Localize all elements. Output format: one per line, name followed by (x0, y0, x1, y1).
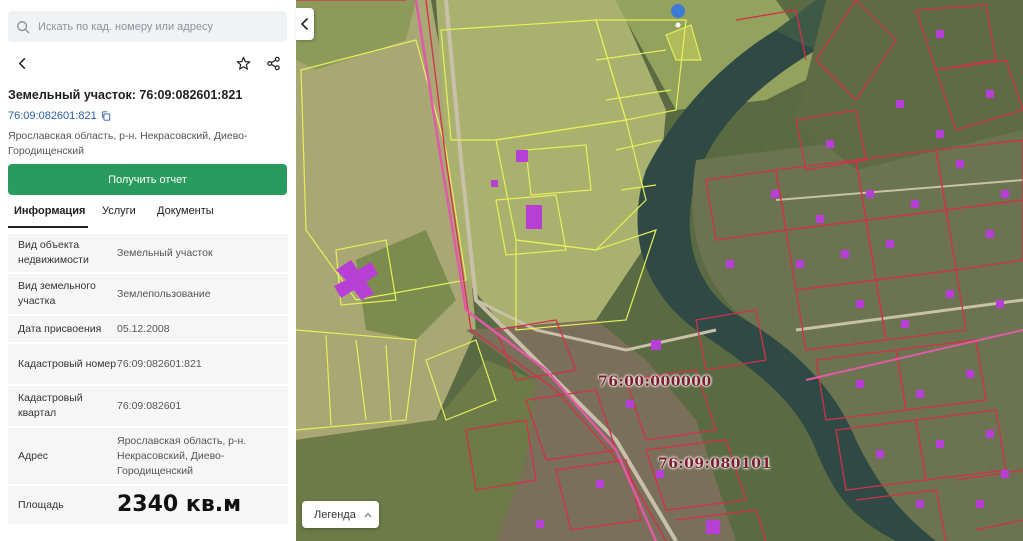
chevron-up-icon (364, 512, 372, 517)
info-row: Кадастровый квартал 76:09:082601 (8, 386, 288, 428)
info-row-area: Площадь 2340 кв.м (8, 486, 288, 526)
tab-documents[interactable]: Документы (157, 205, 214, 217)
info-key: Дата присвоения (18, 322, 102, 335)
info-row: Дата присвоения 05.12.2008 (8, 316, 288, 344)
info-value: 76:09:082601 (117, 399, 182, 412)
share-icon (266, 56, 280, 70)
info-table: Вид объекта недвижимости Земельный участ… (8, 234, 288, 526)
copy-icon[interactable] (101, 111, 111, 121)
legend-button[interactable]: Легенда (302, 501, 379, 528)
search-icon (17, 20, 30, 33)
search-bar[interactable] (8, 11, 287, 42)
info-value: 76:09:082601:821 (117, 357, 202, 370)
info-row: Кадастровый номер 76:09:082601:821 (8, 344, 288, 386)
share-button[interactable] (262, 52, 284, 74)
get-report-button[interactable]: Получить отчет (8, 164, 287, 195)
info-row: Вид земельного участка Землепользование (8, 274, 288, 316)
info-key: Кадастровый квартал (18, 392, 83, 419)
info-value: Землепользование (117, 287, 211, 300)
back-button[interactable] (11, 52, 33, 74)
info-key: Адрес (18, 449, 49, 462)
star-icon (236, 56, 250, 70)
back-arrow-icon (18, 57, 25, 69)
collapse-panel-button[interactable] (296, 8, 314, 40)
active-tab-indicator (8, 226, 88, 228)
chevron-left-icon (301, 18, 308, 30)
area-value: 2340 кв.м (117, 492, 242, 517)
tab-information[interactable]: Информация (14, 205, 85, 217)
panel-toolbar (0, 52, 296, 74)
parcel-title: Земельный участок: 76:09:082601:821 (8, 88, 243, 102)
district-cadastral-label: 76:00:000000 (598, 374, 712, 390)
legend-label: Легенда (314, 508, 356, 521)
info-key: Площадь (18, 498, 64, 511)
info-value: Ярославская область, р-н. Некрасовский, … (117, 434, 247, 477)
info-row: Вид объекта недвижимости Земельный участ… (8, 234, 288, 274)
cadastral-number-text[interactable]: 76:09:082601:821 (8, 110, 97, 122)
info-row: Адрес Ярославская область, р-н. Некрасов… (8, 428, 288, 486)
info-tabs: Информация Услуги Документы (0, 203, 296, 229)
parcel-address: Ярославская область, р-н. Некрасовский, … (8, 130, 248, 157)
search-input[interactable] (38, 20, 278, 33)
info-key: Вид земельного участка (18, 280, 96, 307)
cadastral-number-link[interactable]: 76:09:082601:821 (8, 110, 111, 122)
info-key: Вид объекта недвижимости (18, 239, 89, 266)
quarter-cadastral-label: 76:09:080101 (658, 456, 772, 472)
favorite-button[interactable] (232, 52, 254, 74)
cadastral-map[interactable]: 76:00:000000 76:09:080101 (296, 0, 1023, 541)
tab-services[interactable]: Услуги (102, 205, 136, 217)
info-key: Кадастровый номер (18, 357, 117, 370)
info-value: 05.12.2008 (117, 322, 170, 335)
parcel-info-panel: Земельный участок: 76:09:082601:821 76:0… (0, 0, 296, 541)
info-value: Земельный участок (117, 246, 213, 259)
